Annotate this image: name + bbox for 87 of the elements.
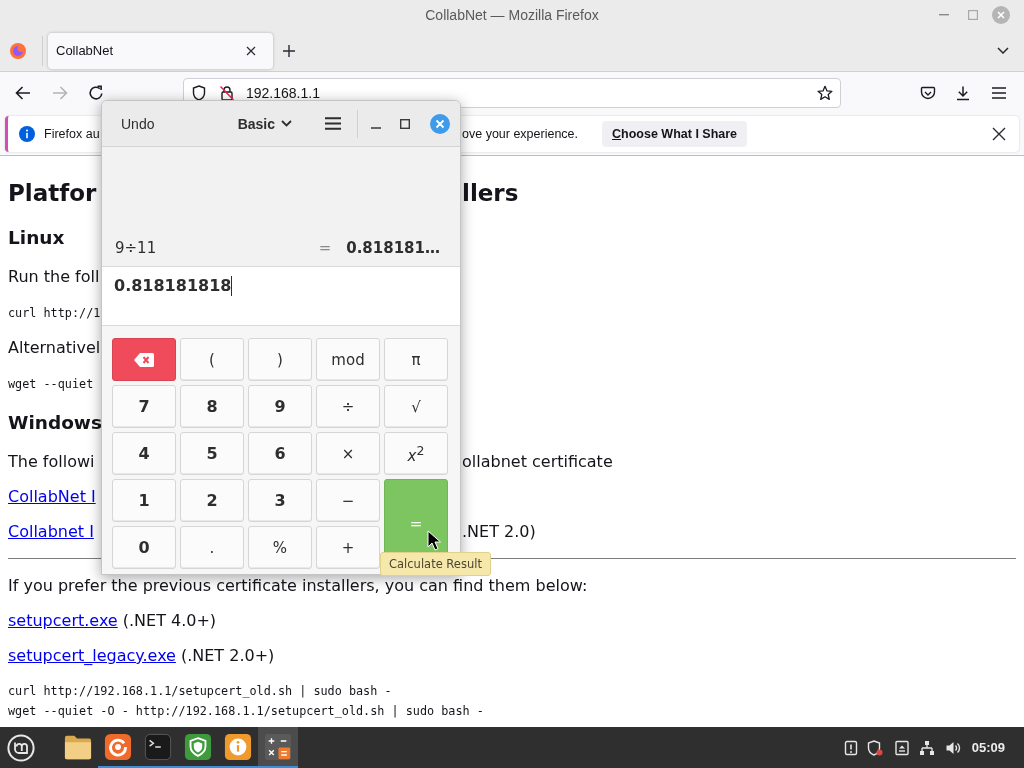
history-expression[interactable]: 9÷11	[115, 239, 157, 257]
chevron-down-icon	[281, 120, 292, 127]
crossed-lock-icon[interactable]	[219, 85, 235, 101]
reload-icon[interactable]	[88, 85, 104, 101]
calculator-key[interactable]: −	[316, 479, 380, 522]
paragraph-text: If you prefer the previous certificate installers, you can find them below:	[8, 576, 588, 596]
notification-text: Firefox au	[44, 127, 100, 141]
calculator-key[interactable]: 3	[248, 479, 312, 522]
calculator-key[interactable]: 7	[112, 385, 176, 428]
version-note: (.NET 2.0+)	[180, 646, 275, 666]
paragraph-text: .NET 2.0)	[462, 522, 536, 542]
download-icon[interactable]	[955, 85, 971, 101]
calculator-key[interactable]: 0	[112, 526, 176, 569]
download-link[interactable]: setupcert_legacy.exe	[8, 646, 176, 666]
section-heading: Linux	[8, 226, 65, 250]
close-icon[interactable]	[992, 127, 1006, 141]
info-icon	[224, 732, 252, 761]
browser-tab[interactable]: CollabNet	[48, 32, 273, 69]
shield-icon[interactable]	[192, 85, 206, 101]
paragraph-text: The followi	[8, 452, 95, 472]
maximize-icon[interactable]	[400, 118, 410, 129]
info-icon	[19, 126, 35, 142]
clipboard-alert-icon[interactable]	[842, 739, 859, 756]
browser-icon	[104, 732, 132, 761]
calculator-key[interactable]: 4	[112, 432, 176, 475]
calculator-key[interactable]: 1	[112, 479, 176, 522]
download-link[interactable]: setupcert.exe	[8, 611, 118, 631]
calculator-key[interactable]: ×	[316, 432, 380, 475]
calculator-key[interactable]: 5	[180, 432, 244, 475]
shield-alert-icon[interactable]	[866, 739, 883, 756]
taskbar-launcher[interactable]	[258, 727, 298, 768]
page-heading: Platfor	[8, 179, 97, 207]
chevron-down-icon[interactable]	[997, 47, 1009, 54]
calculator-key[interactable]: 9	[248, 385, 312, 428]
undo-button[interactable]: Undo	[112, 108, 164, 139]
code-line: wget --quiet -O - http://192.168.1.1/setupcert_old.sh | sudo bash -	[8, 703, 484, 720]
download-link[interactable]: CollabNet I	[8, 487, 96, 507]
paragraph-text: Run the foll	[8, 267, 100, 287]
network-icon[interactable]	[918, 739, 935, 756]
equals-sign: =	[318, 239, 332, 257]
calculator-key[interactable]: √	[384, 385, 448, 428]
calculator-key[interactable]: )	[248, 338, 312, 381]
menu-icon[interactable]	[991, 86, 1007, 100]
calculator-key[interactable]: 2	[180, 479, 244, 522]
calculator-key[interactable]: π	[384, 338, 448, 381]
calculator-icon	[264, 732, 292, 761]
backspace-icon	[133, 351, 155, 368]
calculator-key[interactable]: .	[180, 526, 244, 569]
code-snippet: wget --quiet	[8, 376, 94, 392]
calculator-key[interactable]: ÷	[316, 385, 380, 428]
backspace-key[interactable]	[112, 338, 176, 381]
close-tab-icon[interactable]	[246, 45, 256, 56]
expression-field[interactable]: 0.818181818	[102, 266, 460, 326]
mode-dropdown[interactable]: Basic	[229, 108, 300, 139]
paragraph-text: ollabnet certificate	[462, 452, 613, 472]
window-title: CollabNet — Mozilla Firefox	[425, 7, 599, 23]
calculator-key[interactable]: +	[316, 526, 380, 569]
star-icon[interactable]	[817, 85, 833, 101]
calculator-key[interactable]: mod	[316, 338, 380, 381]
share-choice-button[interactable]: Choose What I Share	[602, 121, 748, 147]
menu-icon[interactable]	[325, 117, 341, 130]
download-link[interactable]: Collabnet I	[8, 522, 94, 542]
section-heading: Windows	[8, 411, 102, 435]
calculator-key[interactable]: (	[180, 338, 244, 381]
terminal-icon	[144, 732, 172, 761]
page-heading: llers	[462, 179, 519, 207]
calculator-key[interactable]: 6	[248, 432, 312, 475]
version-note: (.NET 4.0+)	[122, 611, 217, 631]
history-result[interactable]: 0.818181…	[346, 239, 440, 257]
notification-text: ove your experience.	[462, 127, 579, 141]
volume-icon[interactable]	[944, 739, 961, 756]
calculator-key[interactable]: x$^{2}$	[384, 432, 448, 475]
code-line: curl http://192.168.1.1/setupcert_old.sh | sudo bash -	[8, 683, 392, 700]
calculator-key[interactable]: %	[248, 526, 312, 569]
new-tab-plus-icon[interactable]	[283, 44, 295, 57]
shield-icon	[184, 732, 212, 761]
clock[interactable]: 05:09	[971, 740, 1005, 755]
calculator-key[interactable]: 8	[180, 385, 244, 428]
code-snippet: curl http://1	[8, 305, 101, 321]
paragraph-text: Alternativel	[8, 338, 101, 358]
browser-logo-icon	[10, 42, 26, 59]
tooltip: Calculate Result	[380, 552, 491, 576]
save-to-list-icon[interactable]	[920, 85, 936, 101]
back-arrow-icon[interactable]	[15, 85, 31, 101]
update-icon[interactable]	[893, 739, 910, 756]
start-menu-icon[interactable]	[7, 733, 35, 762]
mouse-pointer-icon	[427, 530, 441, 551]
